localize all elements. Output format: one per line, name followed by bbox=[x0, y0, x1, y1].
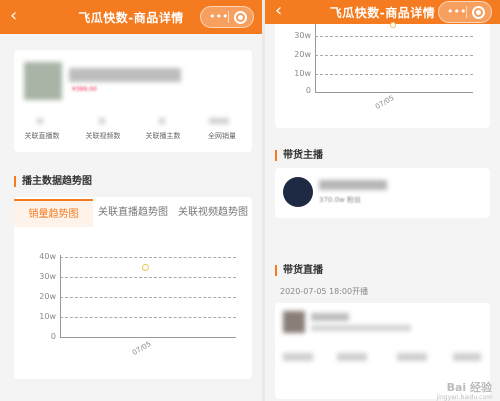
tab-sales-trend[interactable]: 销量趋势图 bbox=[14, 199, 93, 227]
live-title-blurred bbox=[311, 313, 349, 321]
tab-video-trend[interactable]: 关联视频趋势图 bbox=[173, 199, 253, 227]
anchor-name-blurred bbox=[319, 180, 387, 190]
more-icon[interactable]: ••• bbox=[447, 4, 466, 20]
mini-program-capsule[interactable]: ••• bbox=[200, 6, 254, 28]
anchor-card[interactable]: 370.0w 粉丝 bbox=[275, 168, 490, 218]
sales-data-point[interactable] bbox=[141, 263, 149, 271]
watermark-url: jingyan.baidu.com bbox=[436, 394, 492, 401]
right-screen: ‹ 飞瓜快数-商品详情 ••• 30w 20w 10w 0 07/05 带货主播… bbox=[265, 0, 500, 401]
grid-line bbox=[315, 36, 473, 37]
stat-value-blurred bbox=[159, 118, 165, 124]
watermark-logo: Bai 经验 bbox=[446, 381, 492, 394]
y-tick-label: 30w bbox=[294, 31, 311, 40]
y-axis-line bbox=[60, 255, 61, 337]
live-section-title: 带货直播 bbox=[275, 265, 323, 276]
grid-line bbox=[315, 74, 473, 75]
y-tick-label: 0 bbox=[305, 86, 311, 95]
y-tick-label: 40w bbox=[39, 252, 56, 261]
close-target-icon[interactable] bbox=[234, 11, 247, 24]
tab-live-trend[interactable]: 关联直播趋势图 bbox=[93, 199, 173, 227]
more-icon[interactable]: ••• bbox=[209, 9, 228, 25]
y-tick-label: 20w bbox=[294, 50, 311, 59]
nav-bar: ‹ 飞瓜快数-商品详情 ••• bbox=[265, 0, 500, 24]
trend-section-title: 播主数据趋势图 bbox=[14, 176, 92, 187]
sales-data-point[interactable] bbox=[390, 22, 396, 28]
grid-line bbox=[315, 55, 473, 56]
stat-value-blurred bbox=[99, 118, 105, 124]
stat-label-anchor: 关联播主数 bbox=[145, 132, 181, 140]
y-tick-label: 10w bbox=[39, 312, 56, 321]
y-tick-label: 20w bbox=[39, 292, 56, 301]
live-meta-blurred bbox=[311, 325, 411, 331]
product-title-blurred bbox=[69, 68, 181, 82]
y-axis-line bbox=[315, 24, 316, 92]
mini-program-capsule[interactable]: ••• bbox=[438, 1, 492, 23]
grid-line bbox=[60, 277, 236, 278]
y-tick-label: 30w bbox=[39, 272, 56, 281]
grid-line bbox=[60, 257, 236, 258]
stat-value-blurred bbox=[37, 118, 43, 124]
live-start-time: 2020-07-05 18:00开播 bbox=[280, 287, 369, 296]
stat-label-live: 关联直播数 bbox=[24, 132, 60, 140]
y-tick-label: 10w bbox=[294, 69, 311, 78]
live-cover bbox=[283, 311, 305, 333]
price-tag: ¥399.00 bbox=[72, 86, 97, 93]
grid-line bbox=[60, 297, 236, 298]
left-screen: ‹ 飞瓜快数-商品详情 ••• ¥399.00 关联直播数 关联视频数 关联播主… bbox=[0, 0, 262, 401]
anchor-avatar bbox=[283, 177, 313, 207]
close-target-icon[interactable] bbox=[472, 6, 485, 19]
live-stat-blurred bbox=[453, 353, 481, 361]
live-stat-blurred bbox=[337, 353, 367, 361]
live-stat-blurred bbox=[397, 353, 427, 361]
live-stat-blurred bbox=[283, 353, 313, 361]
y-tick-label: 0 bbox=[50, 332, 56, 341]
capsule-divider bbox=[228, 11, 229, 23]
x-axis-line bbox=[60, 337, 236, 338]
capsule-divider bbox=[466, 6, 467, 18]
anchor-fans: 370.0w 粉丝 bbox=[319, 196, 361, 204]
x-axis-line bbox=[315, 92, 473, 93]
grid-line bbox=[60, 317, 236, 318]
anchor-section-title: 带货主播 bbox=[275, 150, 323, 161]
stat-value-blurred bbox=[209, 118, 229, 124]
stat-label-sales: 全网销量 bbox=[208, 132, 236, 140]
product-image bbox=[24, 62, 62, 100]
nav-bar: ‹ 飞瓜快数-商品详情 ••• bbox=[0, 0, 262, 34]
stat-label-video: 关联视频数 bbox=[85, 132, 121, 140]
